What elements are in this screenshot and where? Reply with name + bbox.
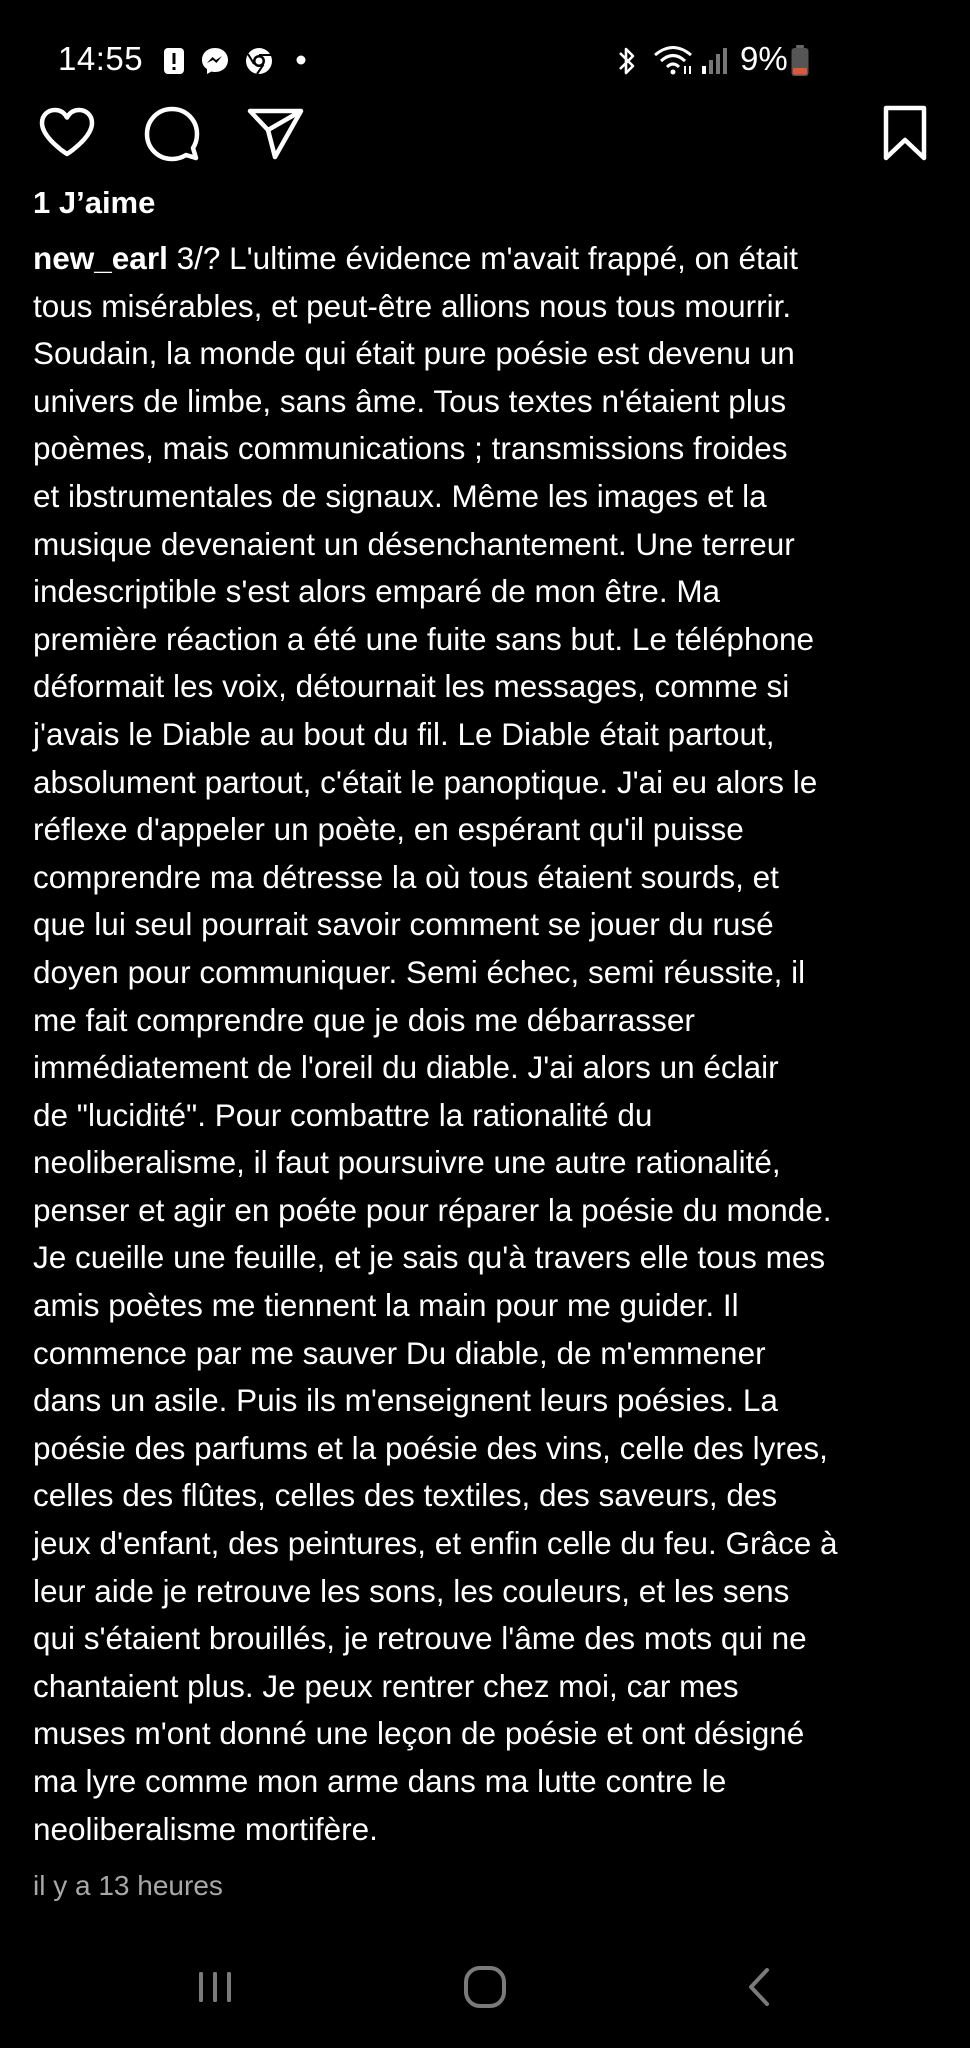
caption-line: univers de limbe, sans âme. Tous textes … [33,382,787,419]
caption-line: absolument partout, c'était le panoptiqu… [33,763,818,800]
heart-icon[interactable] [36,102,98,164]
alert-icon [164,48,184,74]
dot-icon [296,55,306,65]
messenger-icon [202,48,228,74]
bookmark-icon[interactable] [874,102,936,164]
caption-line: que lui seul pourrait savoir comment se … [33,906,774,943]
send-icon[interactable] [244,102,306,164]
caption-line: Je cueille une feuille, et je sais qu'à … [33,1239,826,1276]
caption-line: de "lucidité". Pour combattre la rationa… [33,1096,653,1133]
caption-line: j'avais le Diable au bout du fil. Le Dia… [33,715,775,752]
likes-count[interactable]: 1 J’aime [33,185,155,221]
caption-line: 3/? L'ultime évidence m'avait frappé, on… [167,240,798,276]
caption-line: qui s'étaient brouillés, je retrouve l'â… [33,1620,807,1657]
caption-line: commence par me sauver Du diable, de m'e… [33,1334,766,1371]
caption-line: Soudain, la monde qui était pure poésie … [33,335,795,372]
caption-line: tous misérables, et peut-être allions no… [33,287,792,324]
caption-line: neoliberalisme mortifère. [33,1810,378,1847]
caption-line: réflexe d'appeler un poète, en espérant … [33,811,744,848]
caption-line: comprendre ma détresse la où tous étaien… [33,858,779,895]
caption-line: me fait comprendre que je dois me débarr… [33,1001,695,1038]
caption-line: poèmes, mais communications ; transmissi… [33,430,788,467]
status-bar: 14:55 9% [0,0,970,110]
home-icon[interactable] [460,1962,510,2012]
caption-line: muses m'ont donné une leçon de poésie et… [33,1715,805,1752]
caption-line: jeux d'enfant, des peintures, et enfin c… [33,1525,838,1562]
wifi-icon [654,46,692,75]
post-caption: new_earl 3/? L'ultime évidence m'avait f… [33,235,943,1853]
caption-line: leur aide je retrouve les sons, les coul… [33,1572,790,1609]
back-icon[interactable] [735,1962,785,2012]
caption-line: chantaient plus. Je peux rentrer chez mo… [33,1667,739,1704]
caption-line: musique devenaient un désenchantement. U… [33,525,795,562]
caption-line: amis poètes me tiennent la main pour me … [33,1287,739,1324]
caption-line: déformait les voix, détournait les messa… [33,668,790,705]
caption-line: première réaction a été une fuite sans b… [33,620,815,657]
battery-icon [791,45,809,76]
caption-line: neoliberalisme, il faut poursuivre une a… [33,1144,781,1181]
status-time: 14:55 [58,40,144,77]
battery-percentage: 9% [740,40,788,77]
chrome-icon [246,48,272,75]
caption-line: et ibstrumentales de signaux. Même les i… [33,477,767,514]
bluetooth-icon [619,47,635,75]
caption-line: doyen pour communiquer. Semi échec, semi… [33,953,806,990]
caption-line: ma lyre comme mon arme dans ma lutte con… [33,1763,727,1799]
comment-icon[interactable] [140,102,202,164]
caption-line: immédiatement de l'oreil du diable. J'ai… [33,1049,779,1086]
caption-line: poésie des parfums et la poésie des vins… [33,1429,828,1466]
caption-line: celles des flûtes, celles des textiles, … [33,1477,778,1514]
caption-line: dans un asile. Puis ils m'enseignent leu… [33,1382,778,1419]
recent-apps-icon[interactable] [190,1962,240,2012]
post-timestamp: il y a 13 heures [33,1870,223,1901]
caption-line: penser et agir en poéte pour réparer la … [33,1191,832,1228]
signal-icon [702,48,727,74]
username[interactable]: new_earl [33,240,168,276]
caption-line: indescriptible s'est alors emparé de mon… [33,573,721,610]
